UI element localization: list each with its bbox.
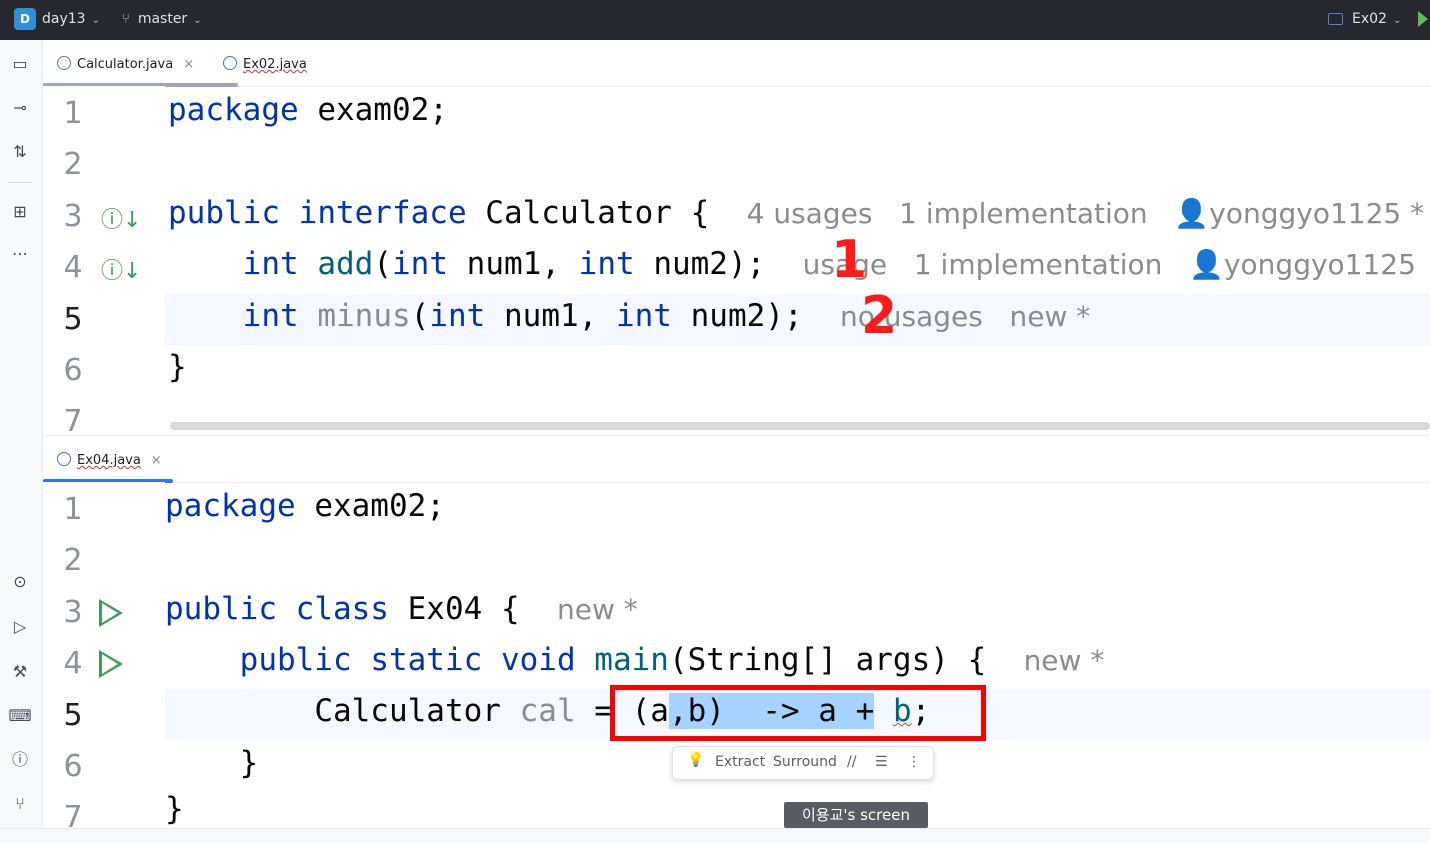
run-config-selector[interactable]: Ex02 ⌄ (1352, 11, 1401, 27)
author-hint[interactable]: new * (557, 593, 638, 626)
problems-icon[interactable]: ⓘ (8, 748, 32, 772)
screen-share-label: 이용교's screen (784, 802, 928, 828)
code-line-7: } (165, 791, 184, 827)
close-icon[interactable]: × (183, 57, 194, 72)
more-actions[interactable]: ⋮ (907, 754, 921, 770)
editor-pane-top: Calculator.java × Ex02.java 1 2 3 4 5 6 7… (43, 40, 1430, 439)
tab-calculator[interactable]: Calculator.java × (57, 40, 194, 86)
gutter-bottom: 1 2 3 4 5 6 7 (43, 482, 165, 835)
left-toolbar: ▭ ⊸ ⇅ ⊞ ⋯ ⊙ ▷ ⚒ ⌨ ⓘ ⑂ (0, 40, 43, 842)
terminal-icon[interactable]: ⌨ (8, 704, 32, 728)
close-icon[interactable]: × (151, 453, 162, 468)
code-line-1: package exam02; (168, 92, 448, 128)
build-icon[interactable]: ⚒ (8, 660, 32, 684)
surround-action[interactable]: Surround (773, 754, 837, 770)
line-number: 6 (63, 749, 83, 784)
line-number: 1 (63, 492, 83, 527)
code-line-4: public static void main(String[] args) {… (239, 642, 1105, 678)
extract-action[interactable]: Extract (715, 754, 765, 770)
code-line-6: } (239, 745, 259, 781)
branch-icon: ⑂ (122, 12, 130, 27)
line-number: 3 (63, 595, 83, 630)
implemented-icon[interactable]: ⓘ↓ (101, 253, 141, 285)
run-class-icon[interactable] (99, 599, 123, 627)
author-hint[interactable]: yonggyo1125 (1224, 248, 1416, 281)
commit-icon[interactable]: ⊸ (8, 96, 32, 120)
pull-request-icon[interactable]: ⇅ (8, 140, 32, 164)
lightbulb-icon[interactable]: 💡 (687, 752, 704, 768)
code-line-1: package exam02; (165, 488, 445, 524)
chevron-down-icon: ⌄ (91, 15, 100, 26)
code-line-4: int add(int num1, int num2); usage 1 imp… (242, 246, 1416, 282)
line-number: 2 (63, 543, 83, 578)
interface-icon (57, 55, 71, 70)
annotation-box (610, 685, 986, 741)
editor-tabs-top: Calculator.java × Ex02.java (43, 40, 1430, 87)
author-hint[interactable]: new * (1024, 644, 1105, 677)
intention-popup: 💡 Extract Surround // ☰ ⋮ (672, 746, 934, 780)
run-main-icon[interactable] (99, 650, 123, 678)
folder-icon[interactable]: ▭ (8, 52, 32, 76)
author-icon: 👤 (1174, 197, 1210, 230)
tab-ex02[interactable]: Ex02.java (223, 40, 307, 86)
tab-label: Ex02.java (243, 57, 307, 72)
structure-icon[interactable]: ⊞ (8, 200, 32, 224)
more-icon[interactable]: ⋯ (8, 242, 32, 266)
code-line-3: public interface Calculator { 4 usages 1… (168, 195, 1425, 231)
run-tool-icon[interactable]: ▷ (8, 615, 32, 639)
usage-hint[interactable]: 4 usages 1 implementation (747, 197, 1175, 230)
code-line-3: public class Ex04 { new * (165, 591, 638, 627)
class-icon (223, 55, 237, 70)
line-number: 7 (63, 404, 83, 439)
line-number: 5 (63, 302, 83, 337)
line-number: 4 (63, 250, 83, 285)
branch-selector[interactable]: ⑂ master ⌄ (122, 11, 202, 27)
gutter-top: 1 2 3 4 5 6 7 ⓘ↓ ⓘ↓ (43, 86, 165, 439)
project-selector[interactable]: day13 ⌄ (42, 11, 100, 27)
format-icon[interactable]: ☰ (875, 754, 888, 770)
line-number: 3 (63, 199, 83, 234)
toolbar-separator (8, 182, 32, 183)
class-icon (57, 451, 71, 466)
annotation-2: 2 (861, 286, 898, 346)
branch-name: master (137, 11, 188, 27)
run-icon[interactable] (1418, 11, 1428, 27)
line-number: 5 (63, 698, 83, 733)
title-bar: D day13 ⌄ ⑂ master ⌄ Ex02 ⌄ (0, 0, 1430, 40)
services-icon[interactable]: ⊙ (8, 570, 32, 594)
code-line-5: int minus(int num1, int num2); no usages… (242, 298, 1091, 334)
line-number: 4 (63, 646, 83, 681)
git-icon[interactable]: ⑂ (8, 792, 32, 816)
horizontal-scrollbar[interactable] (170, 422, 1430, 430)
chevron-down-icon: ⌄ (1392, 15, 1402, 26)
comment-action[interactable]: // (847, 754, 856, 770)
run-config-icon (1328, 13, 1343, 25)
run-config-name: Ex02 (1352, 11, 1387, 27)
tab-label: Calculator.java (77, 57, 174, 72)
line-number: 6 (63, 353, 83, 388)
status-bar (0, 828, 1430, 843)
implemented-icon[interactable]: ⓘ↓ (101, 202, 141, 234)
annotation-1: 1 (831, 230, 868, 290)
code-line-6: } (168, 349, 187, 385)
line-number: 2 (63, 147, 83, 182)
author-hint[interactable]: yonggyo1125 * (1209, 197, 1424, 230)
tab-label: Ex04.java (77, 453, 141, 468)
line-number: 1 (63, 96, 83, 131)
tab-ex04[interactable]: Ex04.java × (57, 436, 162, 482)
editor-tabs-bottom: Ex04.java × (43, 436, 1430, 483)
project-name: day13 (42, 11, 86, 27)
project-badge: D (14, 8, 36, 30)
chevron-down-icon: ⌄ (193, 15, 202, 26)
author-icon: 👤 (1189, 248, 1224, 281)
